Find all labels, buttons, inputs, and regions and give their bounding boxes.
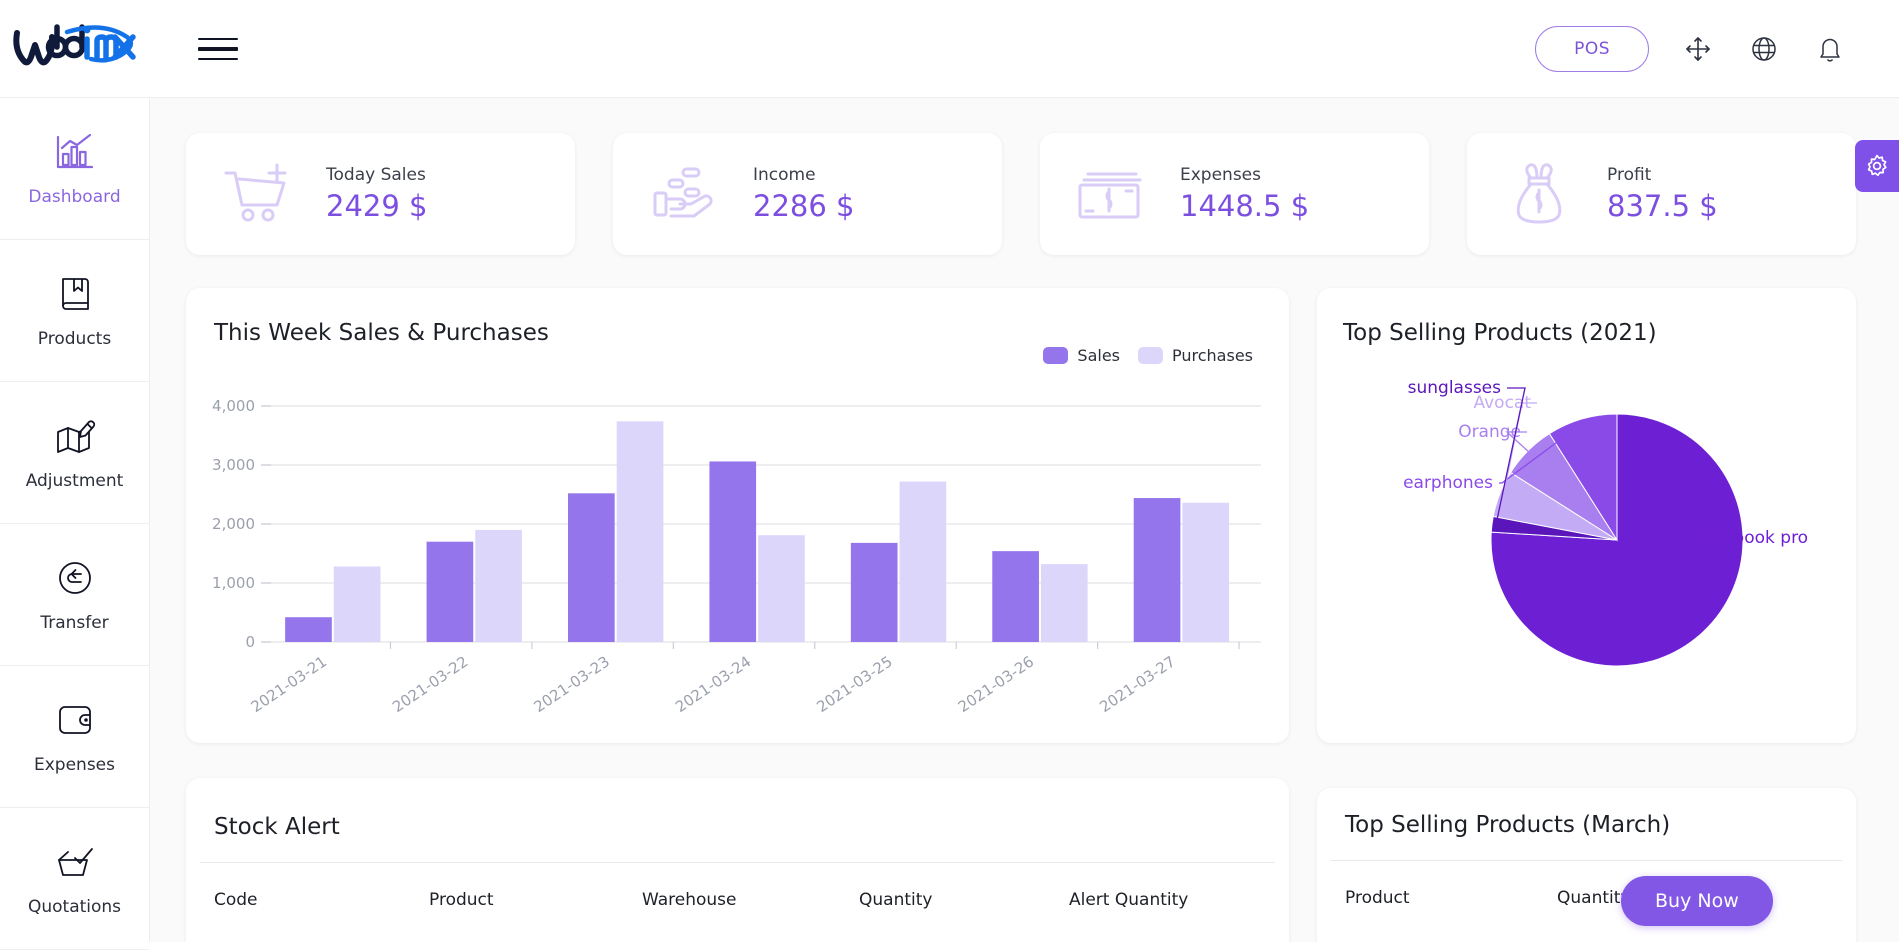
webjmx-logo-icon (13, 23, 136, 65)
column-header-code: Code (214, 890, 258, 910)
bar-chart-icon (54, 130, 96, 174)
buy-now-button[interactable]: Buy Now (1621, 876, 1773, 926)
stock-alert-title: Stock Alert (214, 814, 340, 840)
sidebar-item-dashboard[interactable]: Dashboard (0, 98, 149, 240)
bell-icon[interactable] (1813, 32, 1847, 66)
book-icon (57, 272, 93, 316)
stat-card-income[interactable]: Income 2286 $ (613, 133, 1002, 255)
app-logo[interactable] (0, 0, 150, 98)
sidebar-item-label: Expenses (34, 755, 115, 775)
basket-check-icon (54, 840, 96, 884)
pos-button[interactable]: POS (1535, 25, 1649, 72)
svg-text:2021-03-25: 2021-03-25 (813, 652, 895, 716)
stat-label: Income (753, 165, 816, 185)
stat-value: 2286 $ (753, 189, 855, 223)
main-content: Today Sales 2429 $ Income 2286 $ Expense… (150, 98, 1899, 942)
legend-label: Purchases (1172, 346, 1253, 365)
chart-legend: Sales Purchases (1043, 346, 1253, 365)
column-header-quantity: Quantity (1557, 888, 1631, 908)
svg-text:Macbook pro: Macbook pro (1699, 528, 1808, 548)
sidebar-item-label: Dashboard (28, 187, 121, 207)
stat-text: Income 2286 $ (753, 165, 854, 223)
money-bag-icon (1497, 158, 1583, 230)
app-header: POS (0, 0, 1899, 98)
stat-value: 837.5 $ (1607, 189, 1718, 223)
column-header-quantity: Quantity (859, 890, 933, 910)
stat-value: 2429 $ (326, 189, 428, 223)
globe-icon[interactable] (1747, 32, 1781, 66)
sidebar-item-expenses[interactable]: Expenses (0, 666, 149, 808)
banknotes-icon (1070, 158, 1156, 230)
legend-swatch (1138, 347, 1163, 364)
svg-text:2021-03-27: 2021-03-27 (1096, 652, 1178, 716)
top-selling-march-panel: Top Selling Products (March) Product Qua… (1317, 788, 1856, 942)
hamburger-line (198, 57, 238, 60)
svg-text:0: 0 (245, 633, 255, 651)
fullscreen-expand-icon[interactable] (1681, 32, 1715, 66)
sidebar-item-label: Quotations (27, 897, 122, 917)
stat-card-profit[interactable]: Profit 837.5 $ (1467, 133, 1856, 255)
stat-label: Today Sales (326, 165, 426, 185)
gear-icon (1867, 154, 1887, 177)
svg-text:2,000: 2,000 (212, 515, 255, 533)
stat-value: 1448.5 $ (1180, 189, 1310, 223)
svg-text:earphones: earphones (1403, 473, 1493, 493)
svg-text:2021-03-26: 2021-03-26 (955, 652, 1037, 716)
pie-chart-plot: Macbook proearphonesOrangeAvocatsunglass… (1403, 378, 1808, 667)
cart-plus-icon (216, 158, 302, 230)
legend-swatch (1043, 347, 1069, 364)
svg-text:2021-03-23: 2021-03-23 (531, 652, 613, 716)
hamburger-line (198, 37, 238, 40)
settings-tab-button[interactable] (1855, 140, 1899, 192)
divider (200, 862, 1275, 863)
chart-title: This Week Sales & Purchases (214, 320, 549, 346)
svg-text:1,000: 1,000 (212, 574, 255, 592)
legend-item-sales[interactable]: Sales (1043, 346, 1120, 365)
map-pencil-icon (54, 414, 96, 458)
stat-label: Expenses (1180, 165, 1261, 185)
stock-alert-panel: Stock Alert Code Product Warehouse Quant… (186, 778, 1289, 942)
header-actions: POS (1535, 25, 1847, 72)
stat-card-expenses[interactable]: Expenses 1448.5 $ (1040, 133, 1429, 255)
divider (1331, 860, 1842, 861)
sidebar-item-label: Adjustment (25, 471, 124, 491)
sidebar-item-transfer[interactable]: Transfer (0, 524, 149, 666)
stat-cards-row: Today Sales 2429 $ Income 2286 $ Expense… (186, 133, 1856, 255)
sidebar-item-label: Transfer (40, 613, 109, 633)
bar-chart-plot: 0 1,000 2,000 3,000 4,000 2021-03-21 2021-03-2… (212, 397, 1261, 716)
svg-text:3,000: 3,000 (212, 456, 255, 474)
stat-text: Expenses 1448.5 $ (1180, 165, 1309, 223)
column-header-alert-quantity: Alert Quantity (1069, 890, 1189, 910)
svg-text:sunglasses: sunglasses (1408, 378, 1502, 398)
stat-text: Profit 837.5 $ (1607, 165, 1718, 223)
sidebar-item-label: Products (37, 329, 112, 349)
sidebar-nav: Dashboard Products Adjustment Transfer E… (0, 98, 150, 950)
svg-text:2021-03-22: 2021-03-22 (389, 652, 471, 716)
stat-text: Today Sales 2429 $ (326, 165, 427, 223)
column-header-product: Product (429, 890, 494, 910)
stock-alert-table-header: Code Product Warehouse Quantity Alert Qu… (214, 890, 1259, 910)
hand-coins-icon (643, 158, 729, 230)
legend-item-purchases[interactable]: Purchases (1138, 346, 1253, 365)
hamburger-line (198, 46, 238, 51)
sidebar-item-quotations[interactable]: Quotations (0, 808, 149, 950)
svg-text:Orange: Orange (1458, 422, 1521, 442)
wallet-icon (55, 698, 95, 742)
top-selling-2021-panel: Top Selling Products (2021) Macbook pro e… (1317, 288, 1856, 743)
sales-purchases-chart-panel: This Week Sales & Purchases Sales Purcha… (186, 288, 1289, 743)
hamburger-menu-icon[interactable] (198, 34, 238, 64)
svg-text:2021-03-24: 2021-03-24 (672, 652, 754, 716)
return-arrow-icon (55, 556, 95, 600)
legend-label: Sales (1077, 346, 1120, 365)
column-header-warehouse: Warehouse (642, 890, 737, 910)
pie-chart-title: Top Selling Products (2021) (1343, 320, 1657, 346)
top-selling-march-title: Top Selling Products (March) (1345, 812, 1671, 838)
svg-text:4,000: 4,000 (212, 397, 255, 415)
sidebar-item-products[interactable]: Products (0, 240, 149, 382)
stat-card-today-sales[interactable]: Today Sales 2429 $ (186, 133, 575, 255)
svg-text:2021-03-21: 2021-03-21 (248, 652, 330, 716)
stat-label: Profit (1607, 165, 1652, 185)
sidebar-item-adjustment[interactable]: Adjustment (0, 382, 149, 524)
column-header-product: Product (1345, 888, 1410, 908)
